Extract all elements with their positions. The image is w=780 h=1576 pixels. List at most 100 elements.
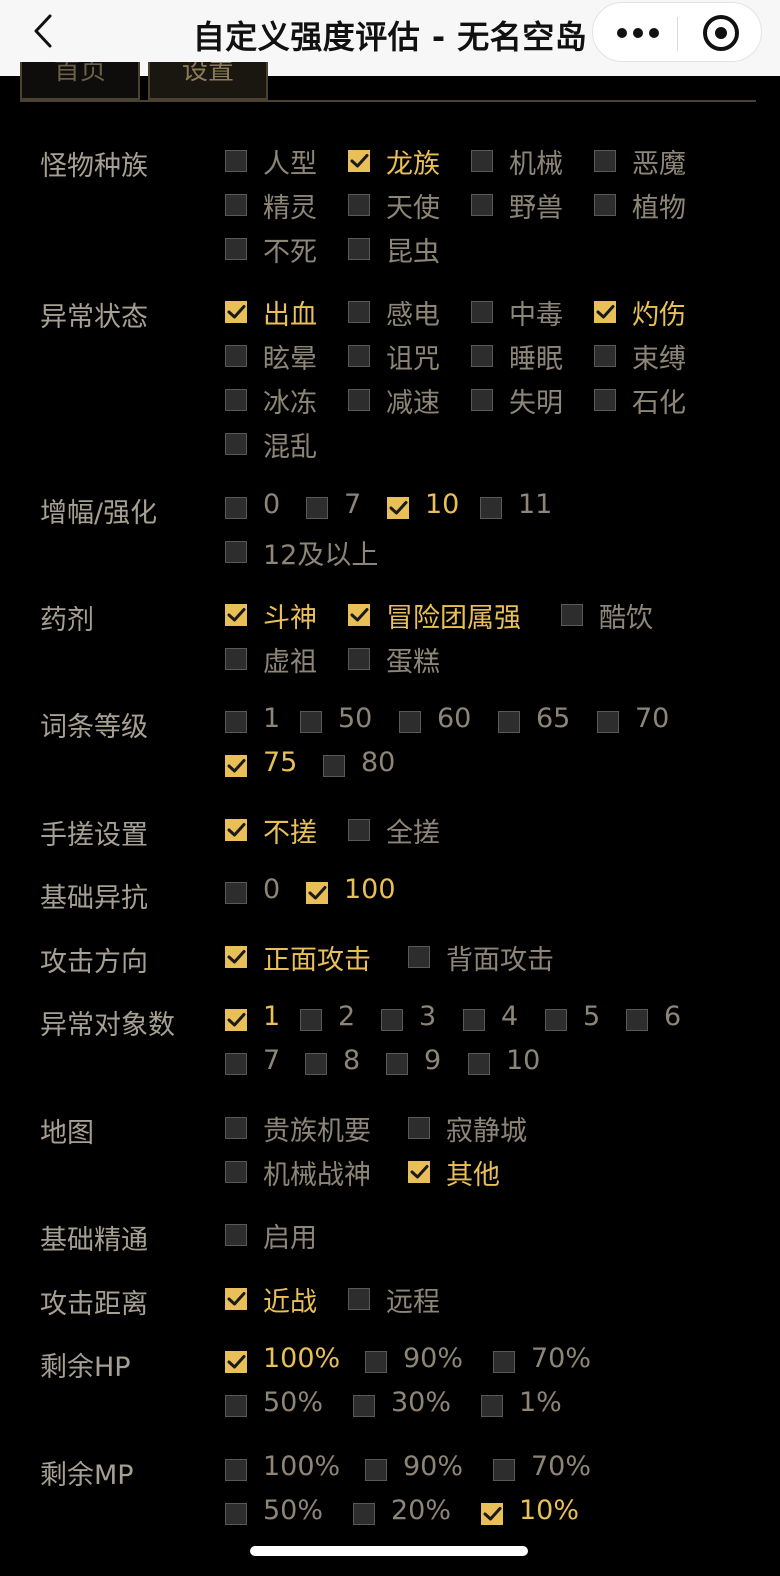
checkbox-unchecked[interactable] [225, 1503, 247, 1525]
checkbox-unchecked[interactable] [463, 1009, 485, 1031]
checkbox-unchecked[interactable] [225, 433, 247, 455]
checkbox-unchecked[interactable] [594, 150, 616, 172]
option-label: 减速 [386, 388, 440, 419]
checkbox-unchecked[interactable] [471, 194, 493, 216]
option-label: 混乱 [263, 432, 317, 463]
tab-bar: 首页 设置 [20, 62, 756, 102]
checkbox-unchecked[interactable] [386, 1053, 408, 1075]
checkbox-unchecked[interactable] [365, 1459, 387, 1481]
checkbox-unchecked[interactable] [225, 389, 247, 411]
checkbox-unchecked[interactable] [225, 345, 247, 367]
checkbox-checked[interactable] [348, 604, 370, 626]
checkbox-unchecked[interactable] [348, 1288, 370, 1310]
checkbox-unchecked[interactable] [468, 1053, 490, 1075]
checkbox-unchecked[interactable] [408, 1117, 430, 1139]
checkbox-unchecked[interactable] [225, 1161, 247, 1183]
option-label: 感电 [386, 300, 440, 331]
checkbox-unchecked[interactable] [365, 1351, 387, 1373]
checkbox-unchecked[interactable] [594, 345, 616, 367]
checkbox-unchecked[interactable] [561, 604, 583, 626]
checkbox-unchecked[interactable] [323, 755, 345, 777]
checkbox-unchecked[interactable] [597, 711, 619, 733]
checkbox-checked[interactable] [225, 755, 247, 777]
checkbox-checked[interactable] [225, 1288, 247, 1310]
checkbox-unchecked[interactable] [225, 1224, 247, 1246]
checkbox-unchecked[interactable] [594, 389, 616, 411]
checkbox-unchecked[interactable] [348, 648, 370, 670]
section-label: 异常状态 [40, 302, 148, 333]
option-label: 全搓 [386, 818, 440, 849]
checkbox-checked[interactable] [225, 819, 247, 841]
checkbox-checked[interactable] [481, 1503, 503, 1525]
checkbox-unchecked[interactable] [225, 882, 247, 904]
checkbox-unchecked[interactable] [225, 1053, 247, 1075]
option-label: 植物 [632, 193, 686, 224]
option-label: 70 [635, 703, 670, 734]
checkbox-checked[interactable] [225, 946, 247, 968]
checkbox-unchecked[interactable] [381, 1009, 403, 1031]
checkbox-checked[interactable] [225, 1351, 247, 1373]
checkbox-unchecked[interactable] [471, 150, 493, 172]
checkbox-checked[interactable] [225, 301, 247, 323]
checkbox-unchecked[interactable] [480, 497, 502, 519]
checkbox-unchecked[interactable] [348, 301, 370, 323]
checkbox-unchecked[interactable] [225, 150, 247, 172]
more-dots-icon[interactable] [615, 23, 661, 43]
checkbox-unchecked[interactable] [300, 1009, 322, 1031]
checkbox-unchecked[interactable] [471, 389, 493, 411]
checkbox-checked[interactable] [225, 604, 247, 626]
checkbox-unchecked[interactable] [225, 1459, 247, 1481]
option-label: 斗神 [263, 603, 317, 634]
option-label: 70% [531, 1343, 592, 1374]
check-icon [410, 1165, 429, 1179]
checkbox-unchecked[interactable] [348, 345, 370, 367]
checkbox-unchecked[interactable] [348, 194, 370, 216]
capsule-divider [677, 17, 678, 51]
option-label: 酷饮 [599, 603, 653, 634]
checkbox-checked[interactable] [225, 1009, 247, 1031]
checkbox-unchecked[interactable] [225, 1395, 247, 1417]
section-label: 怪物种族 [40, 151, 148, 182]
checkbox-unchecked[interactable] [493, 1459, 515, 1481]
checkbox-unchecked[interactable] [225, 238, 247, 260]
option-label: 1 [263, 703, 281, 734]
checkbox-unchecked[interactable] [399, 711, 421, 733]
checkbox-unchecked[interactable] [225, 1117, 247, 1139]
option-label: 0 [263, 874, 281, 905]
checkbox-checked[interactable] [594, 301, 616, 323]
checkbox-unchecked[interactable] [408, 946, 430, 968]
checkbox-unchecked[interactable] [626, 1009, 648, 1031]
checkbox-unchecked[interactable] [225, 711, 247, 733]
checkbox-unchecked[interactable] [348, 819, 370, 841]
option-label: 背面攻击 [446, 945, 554, 976]
checkbox-unchecked[interactable] [353, 1395, 375, 1417]
checkbox-unchecked[interactable] [300, 711, 322, 733]
checkbox-unchecked[interactable] [481, 1395, 503, 1417]
checkbox-unchecked[interactable] [498, 711, 520, 733]
checkbox-unchecked[interactable] [353, 1503, 375, 1525]
checkbox-unchecked[interactable] [305, 1053, 327, 1075]
checkbox-checked[interactable] [387, 497, 409, 519]
checkbox-unchecked[interactable] [225, 497, 247, 519]
tab-home[interactable]: 首页 [20, 62, 140, 100]
target-icon[interactable] [701, 13, 741, 53]
checkbox-unchecked[interactable] [306, 497, 328, 519]
checkbox-checked[interactable] [408, 1161, 430, 1183]
checkbox-unchecked[interactable] [225, 541, 247, 563]
checkbox-unchecked[interactable] [594, 194, 616, 216]
checkbox-unchecked[interactable] [348, 389, 370, 411]
checkbox-unchecked[interactable] [471, 345, 493, 367]
check-icon [227, 1292, 246, 1306]
checkbox-unchecked[interactable] [225, 194, 247, 216]
checkbox-unchecked[interactable] [348, 238, 370, 260]
check-icon [227, 1355, 246, 1369]
checkbox-checked[interactable] [306, 882, 328, 904]
checkbox-checked[interactable] [348, 150, 370, 172]
checkbox-unchecked[interactable] [225, 648, 247, 670]
checkbox-unchecked[interactable] [471, 301, 493, 323]
option-label: 2 [338, 1001, 356, 1032]
tab-settings[interactable]: 设置 [148, 62, 268, 100]
checkbox-unchecked[interactable] [493, 1351, 515, 1373]
checkbox-unchecked[interactable] [545, 1009, 567, 1031]
option-label: 石化 [632, 388, 686, 419]
